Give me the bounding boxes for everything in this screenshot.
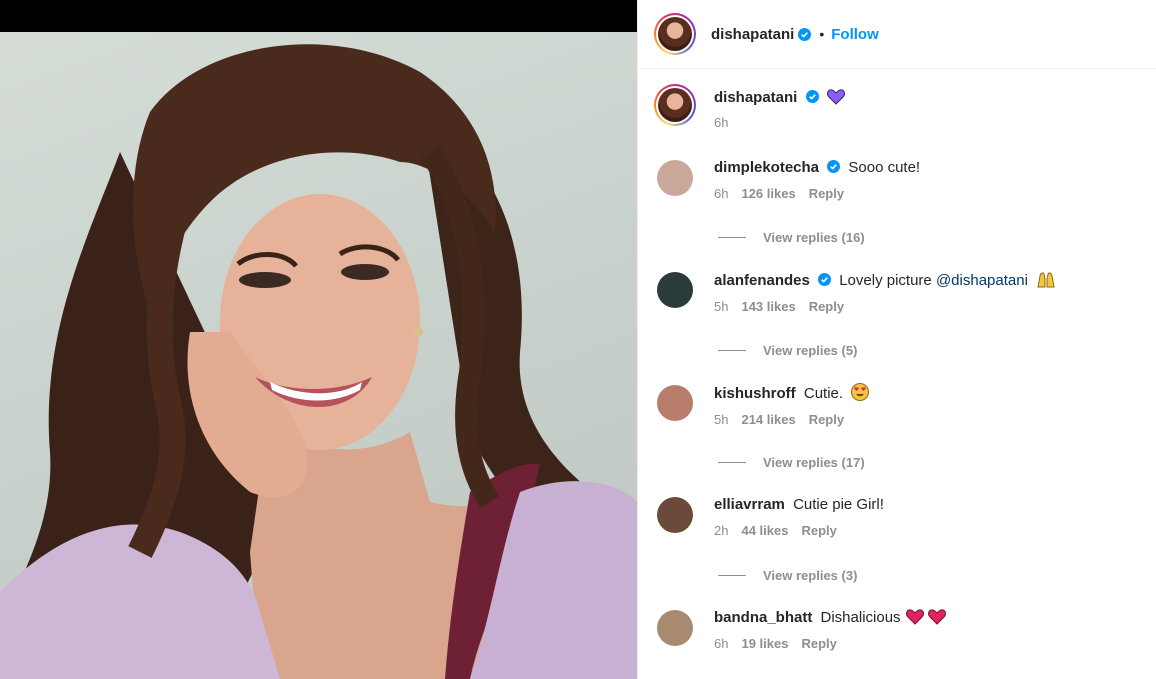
caption-avatar[interactable] [654,84,696,126]
verified-badge-icon [818,273,832,286]
commenter-avatar[interactable] [657,497,693,533]
view-replies-label: View replies (3) [763,568,858,583]
red-hearts-icon [905,609,946,625]
view-replies-label: View replies (5) [763,343,858,358]
view-replies-label: View replies (16) [763,230,865,245]
comment-likes[interactable]: 214 likes [741,412,795,427]
comments-list[interactable]: dishapatani 6h dimplekotecha Sooo cute! … [638,70,1156,679]
comment-item: dimplekotecha Sooo cute! 6h 126 likes Re… [654,158,1149,201]
separator-dot: • [819,26,825,42]
caption: dishapatani 6h [654,84,1149,130]
post-photo[interactable] [0,32,637,679]
replies-divider [718,462,746,463]
replies-divider [718,237,746,238]
replies-divider [718,575,746,576]
comment-likes[interactable]: 19 likes [741,636,788,651]
reply-button[interactable]: Reply [809,299,844,314]
author-avatar[interactable] [654,13,696,55]
view-replies-button[interactable]: View replies (17) [718,455,865,470]
caption-time: 6h [714,115,729,130]
caption-username[interactable]: dishapatani [714,89,797,106]
comment-item: bandna_bhatt Dishalicious 6h 19 likes Re… [654,608,1149,651]
raising-hands-icon [1037,272,1055,288]
comment-likes[interactable]: 126 likes [741,186,795,201]
replies-divider [718,350,746,351]
view-replies-button[interactable]: View replies (16) [718,230,865,245]
comment-time: 5h [714,299,729,314]
comment-time: 6h [714,186,729,201]
follow-button[interactable]: Follow [831,26,879,43]
comment-item: kishushroff Cutie. 5h 214 likes Reply [654,383,1149,427]
view-replies-label: View replies (17) [763,455,865,470]
mention-link[interactable]: @dishapatani [936,272,1028,289]
verified-badge-icon [827,160,841,173]
commenter-avatar[interactable] [657,610,693,646]
comment-text: Lovely picture [839,272,932,289]
comment-text: Cutie. [803,385,844,402]
post-media [0,0,637,679]
comment-username[interactable]: alanfenandes [714,272,810,289]
purple-heart-icon [826,89,845,105]
comment-item: elliavrram Cutie pie Girl! 2h 44 likes R… [654,495,1149,538]
comment-time: 6h [714,636,729,651]
reply-button[interactable]: Reply [801,636,836,651]
comment-text: Sooo cute! [848,159,921,176]
comment-username[interactable]: bandna_bhatt [714,609,812,626]
comment-likes[interactable]: 44 likes [741,523,788,538]
commenter-avatar[interactable] [657,385,693,421]
comment-time: 5h [714,412,729,427]
author-username[interactable]: dishapatani [711,26,794,43]
comment-likes[interactable]: 143 likes [741,299,795,314]
verified-badge-icon [798,27,812,41]
comment-username[interactable]: elliavrram [714,496,785,513]
post-header: dishapatani • Follow [638,0,1156,69]
view-replies-button[interactable]: View replies (3) [718,568,857,583]
commenter-avatar[interactable] [657,160,693,196]
comment-username[interactable]: kishushroff [714,385,796,402]
reply-button[interactable]: Reply [809,412,844,427]
reply-button[interactable]: Reply [801,523,836,538]
heart-eyes-icon [851,383,870,401]
comment-username[interactable]: dimplekotecha [714,159,819,176]
comment-text: Cutie pie Girl! [793,496,884,513]
view-replies-button[interactable]: View replies (5) [718,343,857,358]
verified-badge-icon [805,90,819,103]
comment-time: 2h [714,523,729,538]
reply-button[interactable]: Reply [809,186,844,201]
comment-item: alanfenandes Lovely picture @dishapatani [654,270,1149,314]
post-panel: dishapatani • Follow dishapatani 6h dimp… [637,0,1156,679]
portrait-illustration [0,44,637,679]
commenter-avatar[interactable] [657,272,693,308]
comment-text: Dishalicious [820,609,901,626]
